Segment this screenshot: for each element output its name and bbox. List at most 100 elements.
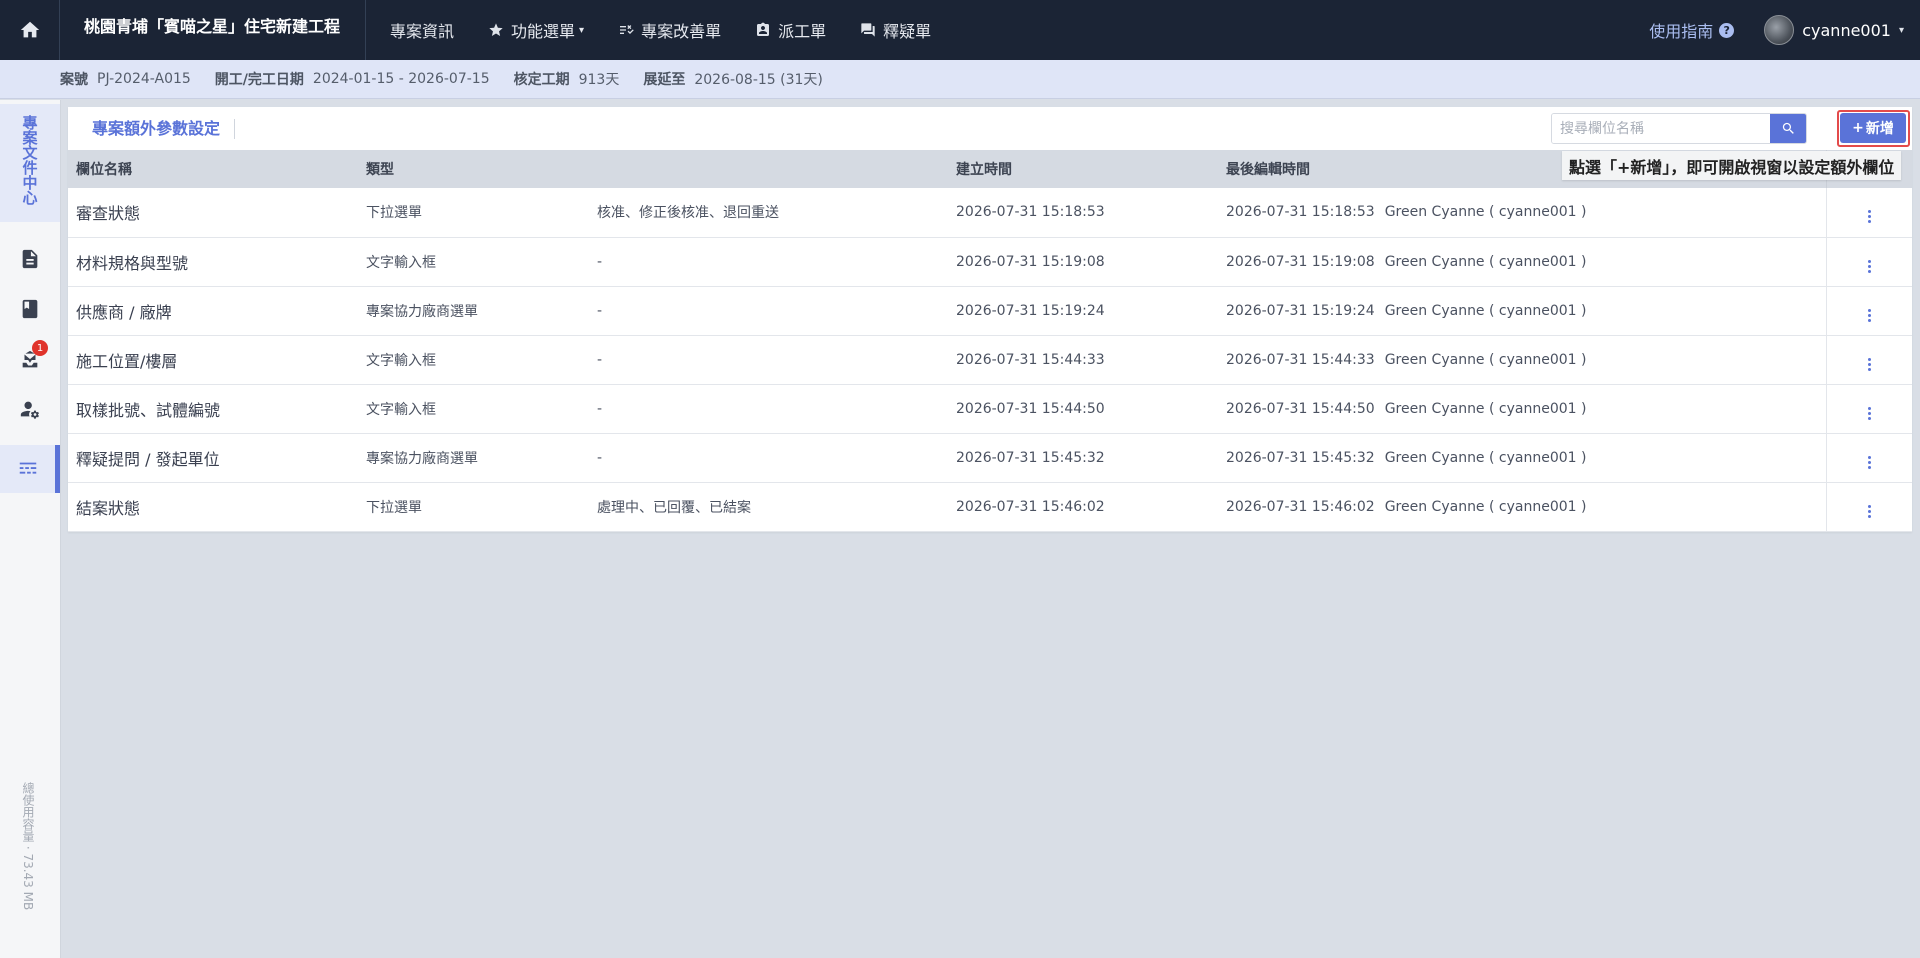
cell-last-edited: 2026-07-31 15:45:32 Green Cyanne ( cyanne… — [1218, 433, 1826, 482]
nav-function-menu[interactable]: 功能選單 ▾ — [488, 0, 584, 60]
cell-actions — [1825, 188, 1912, 237]
user-guide-link[interactable]: 使用指南 ? — [1649, 18, 1735, 42]
home-button[interactable] — [0, 0, 60, 60]
cell-field-name: 材料規格與型號 — [76, 253, 189, 273]
cell-type: 文字輸入框 — [366, 254, 436, 271]
approved-period-label: 核定工期 — [513, 72, 570, 88]
approved-period: 核定工期 913天 — [514, 69, 620, 89]
edited-time: 2026-07-31 15:19:24 — [1226, 302, 1375, 319]
cell-type: 文字輸入框 — [366, 352, 436, 369]
more-actions-icon[interactable] — [1867, 210, 1871, 224]
top-navbar: 桃園青埔「賓喵之星」住宅新建工程 專案資訊 功能選單 ▾ 專案改善單 派工單 釋… — [0, 0, 1920, 60]
cell-options: - — [597, 400, 603, 417]
table-row: 施工位置/樓層 文字輸入框 - 2026-07-31 15:44:33 2026… — [68, 335, 1912, 384]
editor-name: Green Cyanne ( cyanne001 ) — [1384, 204, 1587, 221]
cell-field-name: 審查狀態 — [76, 204, 141, 224]
notification-badge: 1 — [32, 340, 48, 356]
edited-time: 2026-07-31 15:19:08 — [1226, 253, 1375, 270]
project-dates-value: 2024-01-15 - 2026-07-15 — [312, 71, 490, 87]
more-actions-icon[interactable] — [1867, 504, 1871, 518]
project-dates-label: 開工/完工日期 — [214, 72, 304, 88]
cell-created: 2026-07-31 15:18:53 — [956, 204, 1105, 221]
sidebar-doc-center[interactable]: 專案文件中心 — [0, 104, 60, 222]
cell-options: - — [597, 253, 603, 270]
cell-actions — [1825, 237, 1912, 286]
cell-type: 下拉選單 — [366, 499, 422, 516]
edited-time: 2026-07-31 15:46:02 — [1226, 498, 1375, 515]
fields-settings-icon — [19, 462, 36, 474]
plus-icon: + — [1852, 120, 1864, 136]
nav-dispatch-order-label: 派工單 — [778, 22, 827, 41]
table-row: 審查狀態 下拉選單 核准、修正後核准、退回重送 2026-07-31 15:18… — [68, 188, 1912, 237]
cell-field-name: 施工位置/樓層 — [76, 351, 178, 371]
project-title-text: 桃園青埔「賓喵之星」住宅新建工程 — [84, 17, 341, 36]
table-row: 結案狀態 下拉選單 處理中、已回覆、已結案 2026-07-31 15:46:0… — [68, 482, 1912, 531]
cell-last-edited: 2026-07-31 15:44:33 Green Cyanne ( cyanne… — [1218, 335, 1826, 384]
cell-created: 2026-07-31 15:19:08 — [956, 253, 1105, 270]
cell-actions — [1825, 384, 1912, 433]
more-actions-icon[interactable] — [1867, 455, 1871, 469]
case-number-value: PJ-2024-A015 — [97, 71, 191, 87]
page-title: 專案額外參數設定 — [92, 118, 236, 139]
sidebar-item-user-settings[interactable] — [0, 385, 60, 433]
cell-actions — [1825, 335, 1912, 384]
table-row: 取樣批號、試體編號 文字輸入框 - 2026-07-31 15:44:50 20… — [68, 384, 1912, 433]
cell-last-edited: 2026-07-31 15:46:02 Green Cyanne ( cyanne… — [1218, 482, 1826, 531]
cell-created: 2026-07-31 15:45:32 — [956, 449, 1105, 466]
cell-field-name: 結案狀態 — [76, 498, 141, 518]
table-row: 釋疑提問 / 發起單位 專案協力廠商選單 - 2026-07-31 15:45:… — [68, 433, 1912, 482]
username: cyanne001 — [1802, 20, 1891, 40]
header-type: 類型 — [366, 162, 394, 178]
cell-type: 下拉選單 — [366, 205, 422, 222]
panel-header: 專案額外參數設定 + 新增 點選「+新增」，即可開啟視窗以設定額外欄位 — [68, 107, 1912, 180]
approved-period-value: 913天 — [578, 72, 620, 88]
nav-project-info-label: 專案資訊 — [390, 22, 455, 41]
cell-field-name: 供應商 / 廠牌 — [76, 302, 172, 322]
cell-actions — [1825, 482, 1912, 531]
cell-options: - — [597, 449, 603, 466]
user-menu[interactable]: cyanne001 ▾ — [1764, 15, 1904, 45]
project-title[interactable]: 桃園青埔「賓喵之星」住宅新建工程 — [60, 0, 366, 60]
chevron-down-icon: ▾ — [579, 24, 585, 36]
cell-options: - — [597, 302, 603, 319]
sidebar-item-extra-fields[interactable] — [0, 445, 60, 493]
search-input[interactable] — [1552, 114, 1770, 143]
more-actions-icon[interactable] — [1867, 357, 1871, 371]
nav-improvement-order[interactable]: 專案改善單 — [618, 0, 721, 60]
cell-last-edited: 2026-07-31 15:19:24 Green Cyanne ( cyanne… — [1218, 286, 1826, 335]
sidebar-item-book[interactable] — [0, 285, 60, 333]
editor-name: Green Cyanne ( cyanne001 ) — [1384, 253, 1587, 270]
extra-fields-table: 欄位名稱 類型 建立時間 最後編輯時間 審查狀態 下拉選單 核准、修正後核准、退… — [68, 150, 1912, 532]
more-actions-icon[interactable] — [1867, 259, 1871, 273]
project-dates: 開工/完工日期 2024-01-15 - 2026-07-15 — [215, 69, 490, 89]
cell-created: 2026-07-31 15:46:02 — [956, 498, 1105, 515]
cell-created: 2026-07-31 15:44:33 — [956, 351, 1105, 368]
search-button[interactable] — [1770, 114, 1806, 143]
edited-time: 2026-07-31 15:45:32 — [1226, 449, 1375, 466]
cell-options: 處理中、已回覆、已結案 — [597, 499, 751, 516]
nav-clarification-order[interactable]: 釋疑單 — [860, 0, 931, 60]
sidebar-doc-center-label: 專案文件中心 — [20, 115, 39, 205]
extra-params-panel: 專案額外參數設定 + 新增 點選「+新增」，即可開啟視窗以設定額外欄位 欄位名稱… — [68, 107, 1912, 532]
edited-time: 2026-07-31 15:44:50 — [1226, 400, 1375, 417]
more-actions-icon[interactable] — [1867, 308, 1871, 322]
cell-options: 核准、修正後核准、退回重送 — [597, 205, 779, 222]
header-created: 建立時間 — [956, 162, 1012, 178]
nav-project-info[interactable]: 專案資訊 — [390, 0, 454, 60]
search-box — [1551, 113, 1807, 144]
sidebar-item-documents[interactable] — [0, 235, 60, 283]
cell-field-name: 釋疑提問 / 發起單位 — [76, 449, 220, 469]
extension-value: 2026-08-15 (31天) — [694, 72, 823, 88]
search-icon — [1782, 122, 1794, 134]
sidebar-item-inbox[interactable]: 1 — [0, 336, 60, 384]
nav-dispatch-order[interactable]: 派工單 — [755, 0, 826, 60]
editor-name: Green Cyanne ( cyanne001 ) — [1384, 498, 1587, 515]
cell-actions — [1825, 286, 1912, 335]
nav-improvement-order-label: 專案改善單 — [641, 22, 722, 41]
cell-last-edited: 2026-07-31 15:19:08 Green Cyanne ( cyanne… — [1218, 237, 1826, 286]
add-button[interactable]: + 新增 — [1840, 113, 1906, 143]
chevron-down-icon: ▾ — [1898, 24, 1904, 36]
checklist-icon — [620, 25, 634, 34]
help-icon: ? — [1719, 22, 1735, 38]
more-actions-icon[interactable] — [1867, 406, 1871, 420]
